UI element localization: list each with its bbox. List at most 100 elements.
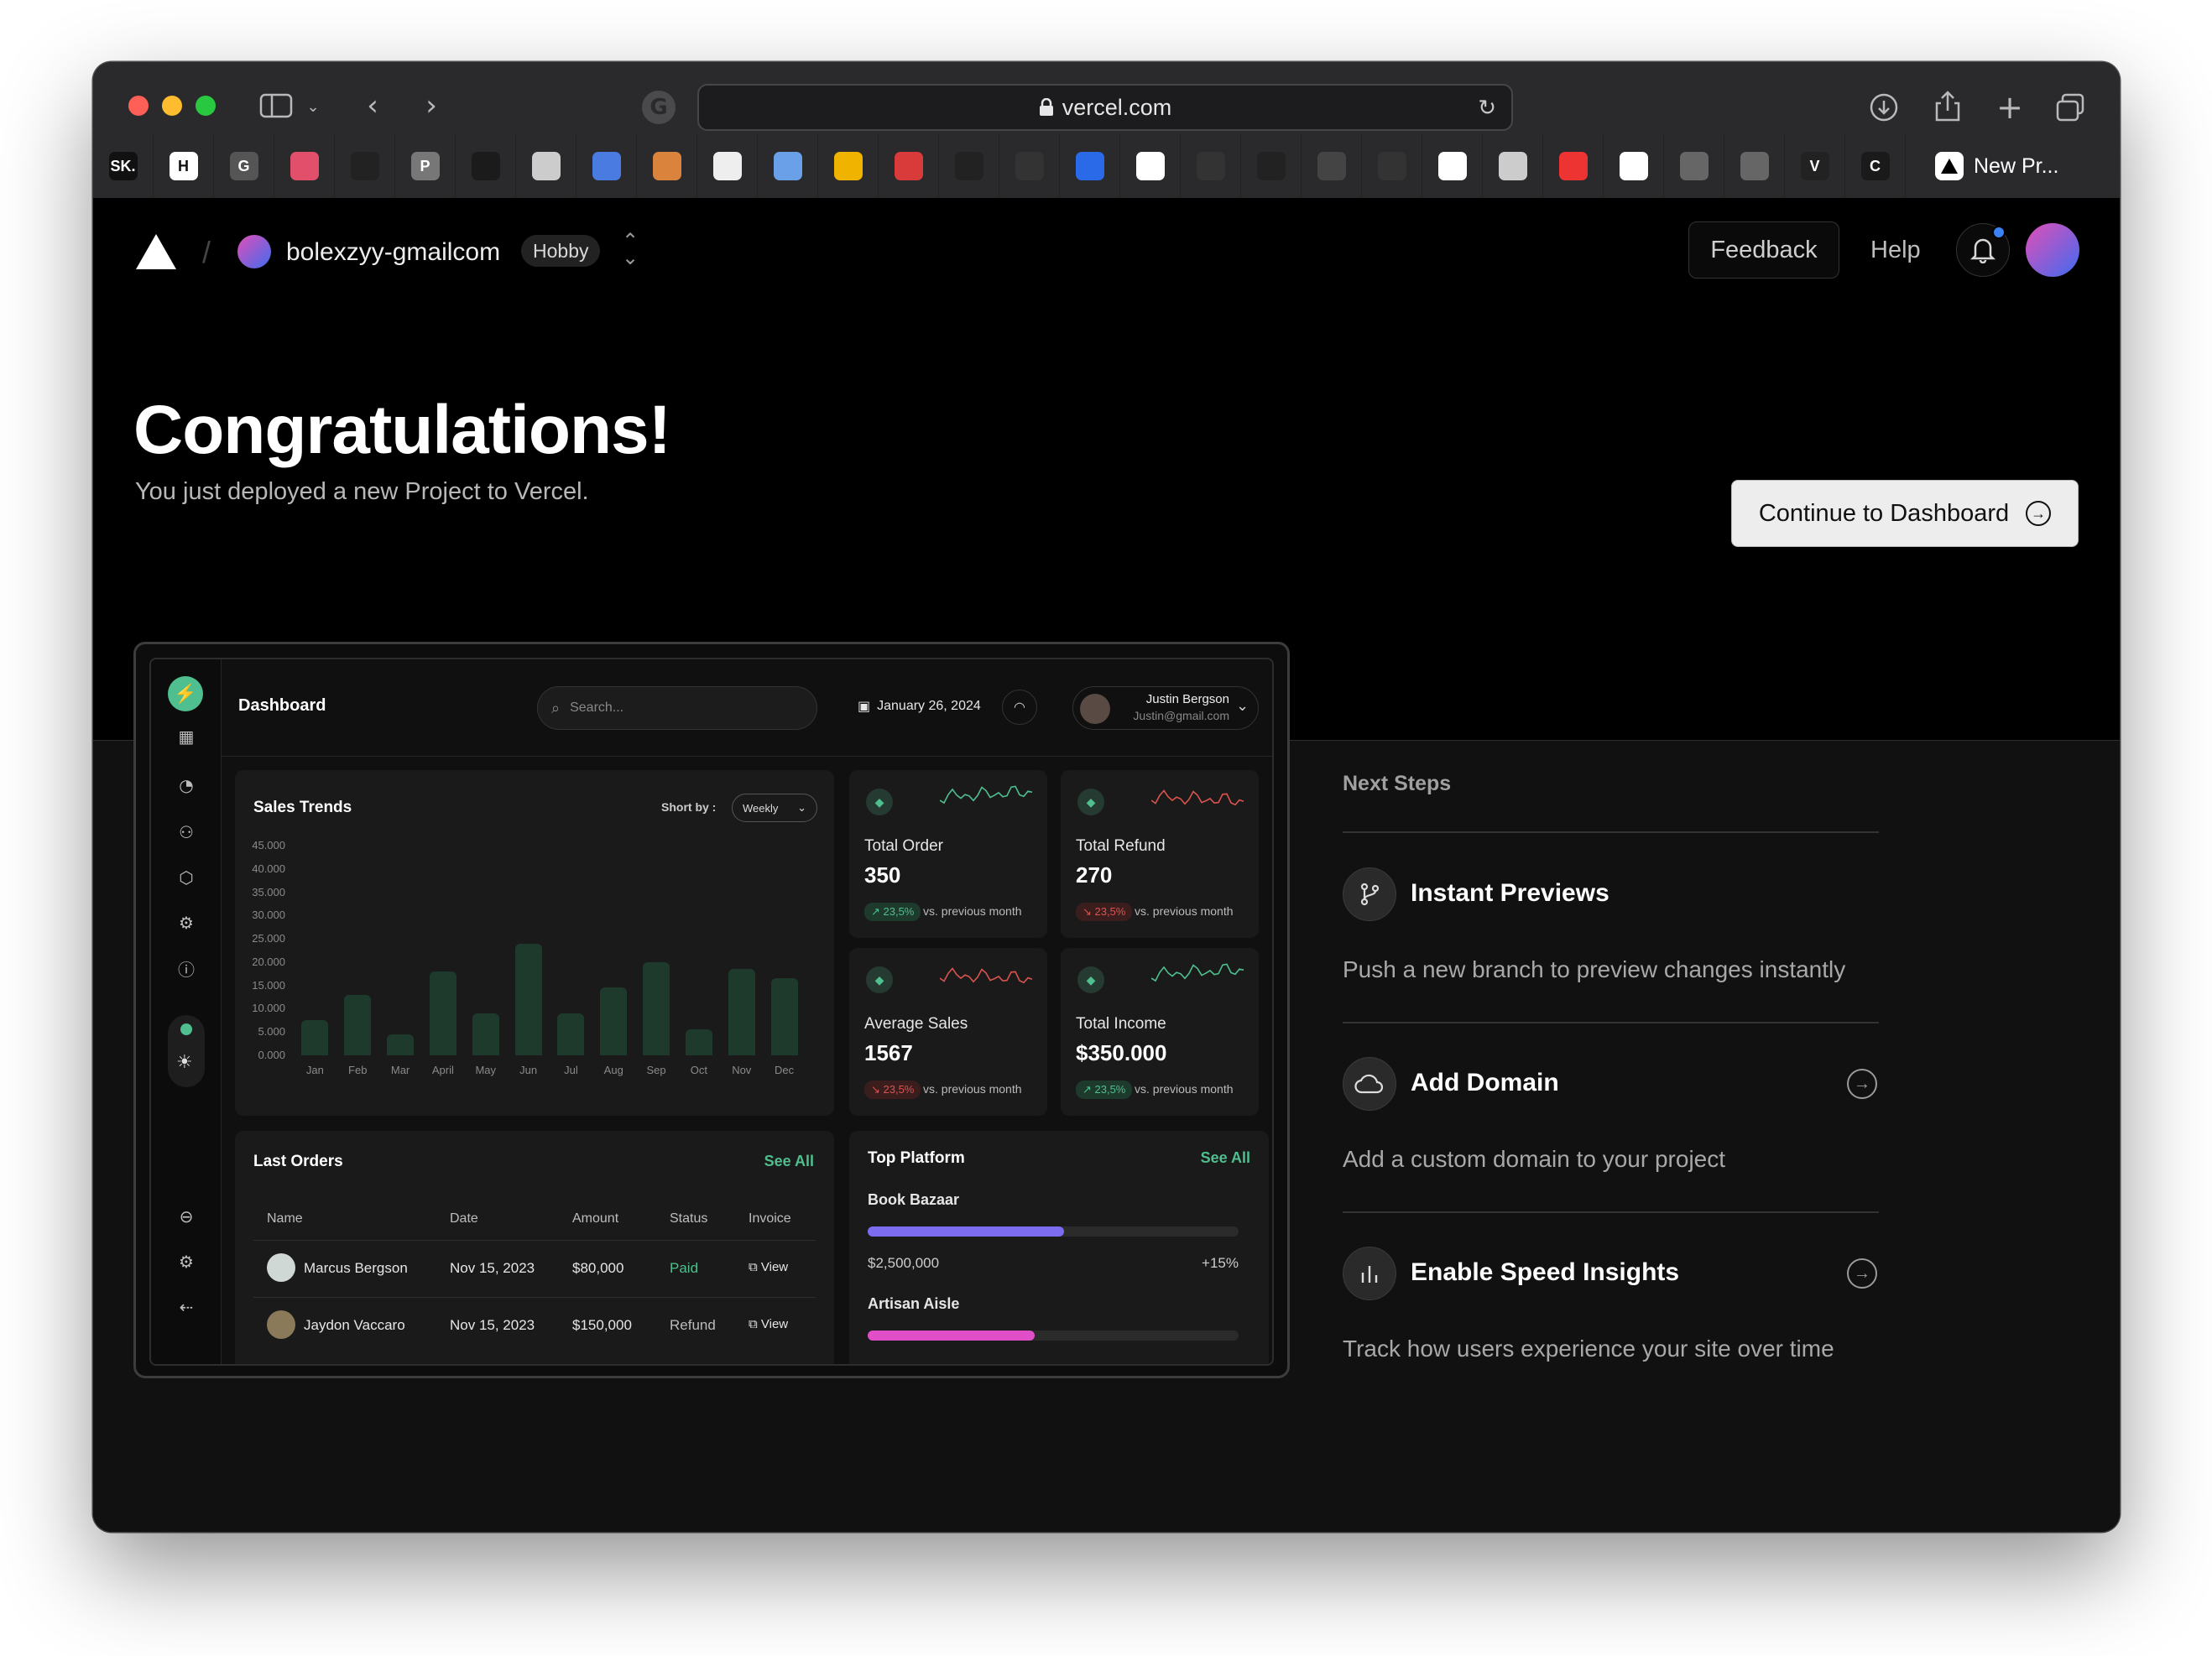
chart-bar[interactable] xyxy=(514,943,542,1055)
x-tick-label: Jun xyxy=(519,1064,538,1076)
new-tab-icon[interactable]: + xyxy=(1993,89,2027,126)
logout-icon[interactable]: ⊖ xyxy=(176,1206,196,1226)
bookmark-icon[interactable] xyxy=(1241,134,1302,198)
reload-icon[interactable]: ↻ xyxy=(1478,96,1496,121)
info-icon[interactable]: ⓘ xyxy=(176,958,196,980)
chart-bar[interactable] xyxy=(429,971,456,1055)
bookmark-icon[interactable] xyxy=(335,134,395,198)
invoice-view-link[interactable]: ⧉ View xyxy=(749,1260,788,1274)
minimize-window-icon[interactable] xyxy=(162,96,182,116)
bookmark-icon[interactable] xyxy=(939,134,999,198)
bookmark-icon[interactable] xyxy=(456,134,516,198)
bookmark-icon[interactable]: H xyxy=(154,134,214,198)
preview-search-input[interactable]: ⌕ Search... xyxy=(537,686,817,730)
bookmark-icon[interactable] xyxy=(1060,134,1120,198)
instant-previews-title[interactable]: Instant Previews xyxy=(1411,879,1609,908)
arrow-right-circle-icon[interactable]: → xyxy=(1847,1069,1877,1099)
bookmark-icon[interactable]: C xyxy=(1845,134,1906,198)
settings-icon[interactable]: ⚙ xyxy=(176,913,196,933)
bookmark-icon[interactable]: SK. xyxy=(93,134,154,198)
chevron-down-icon[interactable]: ⌄ xyxy=(303,94,323,119)
bookmark-icon[interactable] xyxy=(516,134,576,198)
bookmark-icon[interactable] xyxy=(1362,134,1422,198)
speed-insights-title[interactable]: Enable Speed Insights xyxy=(1411,1258,1679,1287)
extension-g-icon[interactable]: G xyxy=(642,91,676,124)
preview-user-menu[interactable]: Justin Bergson Justin@gmail.com ⌄ xyxy=(1072,686,1259,730)
chart-bar[interactable] xyxy=(728,969,755,1055)
chart-bar[interactable] xyxy=(770,978,798,1055)
platform-see-all-link[interactable]: See All xyxy=(1201,1149,1250,1167)
bookmark-icon[interactable] xyxy=(1120,134,1181,198)
y-tick-label: 45.000 xyxy=(252,839,285,851)
chart-bar[interactable] xyxy=(557,1013,585,1055)
theme-toggle[interactable]: ☀ xyxy=(168,1015,205,1087)
bookmark-icon[interactable] xyxy=(1724,134,1785,198)
date-display[interactable]: ▣ January 26, 2024 xyxy=(858,698,981,714)
bookmark-icon[interactable] xyxy=(1181,134,1241,198)
chart-bar[interactable] xyxy=(600,987,628,1055)
users-icon[interactable]: ⚇ xyxy=(176,822,196,842)
deployment-preview[interactable]: ⚡ ▦ ◔ ⚇ ⬡ ⚙ ⓘ ☀ ⊖ ⚙ ⇠ Dashboard ⌕ Search… xyxy=(133,642,1290,1378)
notifications-button[interactable] xyxy=(1956,223,2010,277)
bookmark-icon[interactable] xyxy=(1422,134,1483,198)
chart-bar[interactable] xyxy=(344,994,372,1055)
chart-bar[interactable] xyxy=(472,1013,499,1055)
bookmark-icon[interactable] xyxy=(1604,134,1664,198)
bookmark-icon[interactable] xyxy=(274,134,335,198)
back-icon[interactable]: ‹ xyxy=(360,89,385,122)
bell-icon xyxy=(1970,238,1995,263)
bookmark-icon[interactable] xyxy=(697,134,758,198)
help-link[interactable]: Help xyxy=(1870,237,1921,264)
share-icon[interactable] xyxy=(1931,87,1964,124)
orders-see-all-link[interactable]: See All xyxy=(764,1153,814,1170)
chart-bar[interactable] xyxy=(643,961,670,1055)
bookmark-icon[interactable] xyxy=(576,134,637,198)
grid-icon[interactable]: ▦ xyxy=(176,726,196,747)
bookmark-icon[interactable] xyxy=(1664,134,1724,198)
sidebar-toggle-icon[interactable] xyxy=(258,91,295,121)
sort-dropdown[interactable]: Weekly ⌄ xyxy=(732,794,817,822)
bookmark-favicon-icon xyxy=(833,152,863,180)
add-domain-title[interactable]: Add Domain xyxy=(1411,1069,1559,1097)
vercel-tab-icon xyxy=(1935,152,1964,180)
bookmark-icon[interactable] xyxy=(1302,134,1362,198)
bookmark-icon[interactable] xyxy=(818,134,879,198)
bookmark-icon[interactable] xyxy=(879,134,939,198)
bookmark-icon[interactable] xyxy=(1543,134,1604,198)
x-tick-label: April xyxy=(431,1064,454,1076)
arrow-right-circle-icon[interactable]: → xyxy=(1847,1258,1877,1289)
maximize-window-icon[interactable] xyxy=(196,96,216,116)
chart-bar[interactable] xyxy=(387,1034,415,1055)
gear-icon[interactable]: ⚙ xyxy=(176,1252,196,1272)
user-avatar[interactable] xyxy=(2026,223,2079,277)
close-window-icon[interactable] xyxy=(128,96,149,116)
stat-card: ◆ Total Refund 270 ↘ 23,5% vs. previous … xyxy=(1061,770,1259,938)
box-icon[interactable]: ⬡ xyxy=(176,867,196,888)
bookmark-icon[interactable] xyxy=(1483,134,1543,198)
bookmark-icon[interactable] xyxy=(999,134,1060,198)
forward-icon[interactable]: › xyxy=(419,89,444,122)
tab-overview-icon[interactable] xyxy=(2053,91,2087,124)
sales-trends-title: Sales Trends xyxy=(253,799,352,816)
chart-icon[interactable]: ◔ xyxy=(176,775,196,795)
bookmark-icon[interactable]: V xyxy=(1785,134,1845,198)
active-tab[interactable]: New Pr... xyxy=(1918,136,2120,196)
bookmark-icon[interactable]: G xyxy=(214,134,274,198)
vercel-logo-icon[interactable] xyxy=(135,233,177,274)
invoice-view-link[interactable]: ⧉ View xyxy=(749,1317,788,1331)
y-tick-label: 10.000 xyxy=(252,1002,285,1015)
address-bar[interactable]: vercel.com ↻ xyxy=(697,84,1513,131)
continue-to-dashboard-button[interactable]: Continue to Dashboard → xyxy=(1731,480,2079,547)
chart-bar[interactable] xyxy=(685,1029,712,1055)
account-switcher-icon[interactable]: ⌃ ⌄ xyxy=(622,232,639,268)
chart-bar[interactable] xyxy=(301,1020,329,1055)
bookmark-icon[interactable]: P xyxy=(395,134,456,198)
url-text: vercel.com xyxy=(1062,94,1172,120)
bookmark-icon[interactable] xyxy=(758,134,818,198)
feedback-button[interactable]: Feedback xyxy=(1688,221,1839,279)
sign-out-icon[interactable]: ⇠ xyxy=(176,1297,196,1317)
bookmark-icon[interactable] xyxy=(637,134,697,198)
preview-bell-icon[interactable]: ◠ xyxy=(1002,690,1037,725)
downloads-icon[interactable] xyxy=(1867,91,1901,124)
account-name[interactable]: bolexzyy-gmailcom xyxy=(286,238,500,267)
